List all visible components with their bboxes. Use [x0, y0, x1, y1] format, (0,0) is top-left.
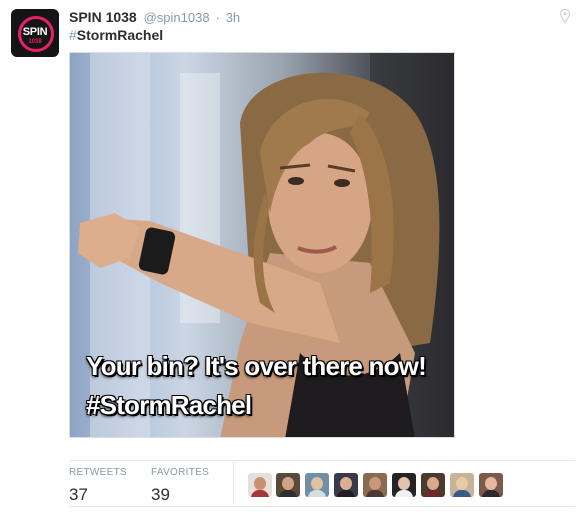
- tweet-text: #StormRachel: [69, 26, 163, 44]
- stats-divider-vertical: [233, 462, 234, 504]
- favoriter-avatar-4[interactable]: [334, 473, 358, 497]
- location-pin-icon[interactable]: [560, 9, 570, 23]
- retweets-label: RETWEETS: [69, 467, 127, 478]
- meme-caption-line-1: Your bin? It's over there now!: [86, 351, 427, 381]
- hashtag-text: StormRachel: [76, 27, 164, 43]
- avatar-logo-text: SPIN: [22, 26, 48, 38]
- retweets-stat[interactable]: RETWEETS 37: [69, 467, 127, 506]
- favorites-label: FAVORITES: [151, 467, 210, 478]
- tweet-header: SPIN 1038 @spin1038 · 3h: [69, 8, 240, 26]
- header-separator: ·: [215, 10, 220, 25]
- favoriter-avatar-3[interactable]: [305, 473, 329, 497]
- favoriter-avatar-1[interactable]: [248, 473, 272, 497]
- account-display-name[interactable]: SPIN 1038: [69, 9, 137, 25]
- meme-caption-line-2: #StormRachel: [86, 390, 252, 420]
- tweet-media-image[interactable]: Your bin? It's over there now! #StormRac…: [69, 52, 455, 438]
- favorites-stat[interactable]: FAVORITES 39: [151, 467, 209, 506]
- favoriter-avatar-5[interactable]: [363, 473, 387, 497]
- hashtag-symbol: #: [69, 27, 77, 43]
- stats-divider-bottom: [69, 506, 575, 507]
- favoriter-avatar-2[interactable]: [276, 473, 300, 497]
- avatar-logo-subtext: 1038: [28, 39, 42, 45]
- tweet-timestamp[interactable]: 3h: [226, 10, 240, 25]
- favoriter-avatar-9[interactable]: [479, 473, 503, 497]
- account-avatar[interactable]: SPIN 1038: [11, 9, 59, 57]
- favoriter-avatar-8[interactable]: [450, 473, 474, 497]
- favoriter-avatar-6[interactable]: [392, 473, 416, 497]
- retweets-count: 37: [69, 485, 88, 504]
- hashtag-link[interactable]: #StormRachel: [69, 27, 163, 43]
- favorites-count: 39: [151, 485, 170, 504]
- tweet-card: SPIN 1038 SPIN 1038 @spin1038 · 3h #Stor…: [0, 0, 582, 514]
- favoriter-avatar-7[interactable]: [421, 473, 445, 497]
- stats-divider-top: [69, 460, 575, 461]
- account-handle[interactable]: @spin1038: [144, 10, 210, 25]
